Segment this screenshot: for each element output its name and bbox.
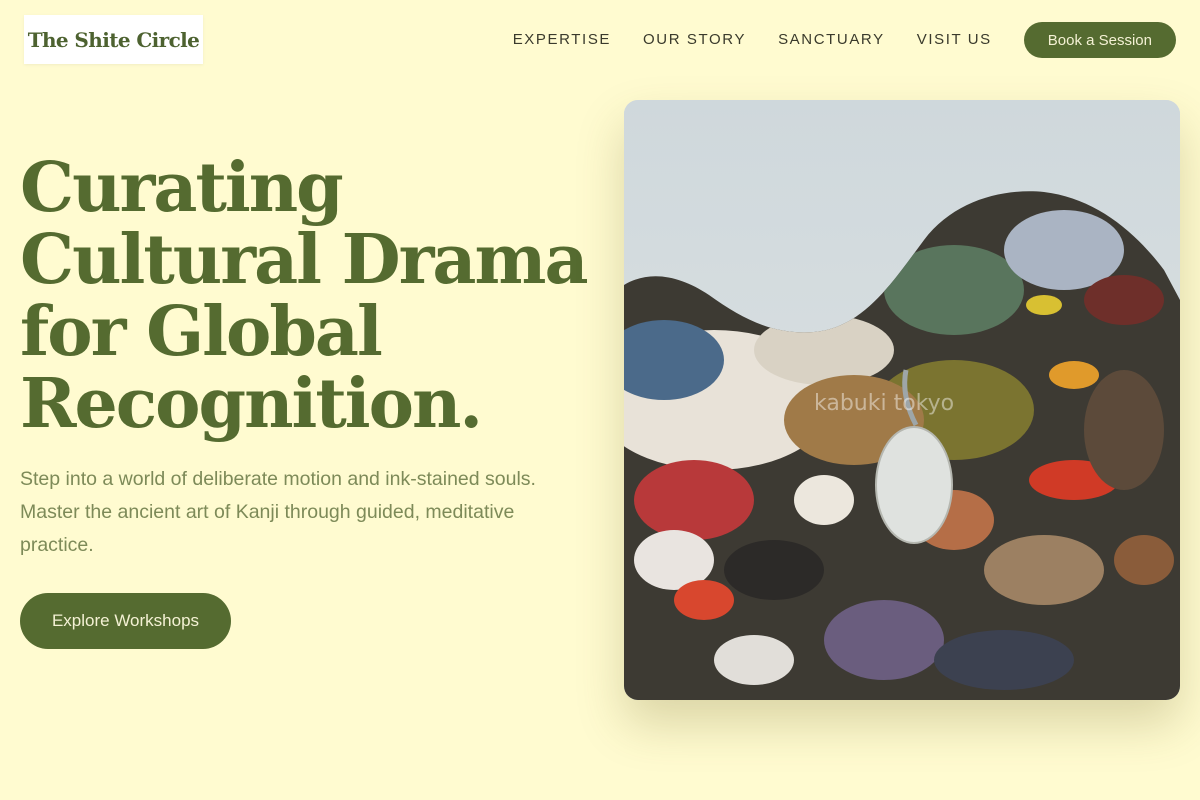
nav-link-sanctuary[interactable]: SANCTUARY xyxy=(778,23,885,57)
brand-logo[interactable]: The Shite Circle xyxy=(24,15,203,64)
nav-link-visit-us[interactable]: VISIT US xyxy=(917,23,992,57)
hero-title-line: Cultural Drama xyxy=(20,220,589,300)
hero-title: Curating Cultural Drama for Global Recog… xyxy=(20,152,600,440)
hero-title-line: Recognition. xyxy=(20,364,483,444)
paint-palette-photo: kabuki tokyo xyxy=(624,100,1180,700)
book-session-button[interactable]: Book a Session xyxy=(1023,22,1176,58)
main-nav: EXPERTISE OUR STORY SANCTUARY VISIT US B… xyxy=(513,22,1176,58)
nav-link-our-story[interactable]: OUR STORY xyxy=(643,23,746,57)
explore-workshops-button[interactable]: Explore Workshops xyxy=(20,593,231,649)
watermark-text: kabuki tokyo xyxy=(814,391,954,416)
hero-title-line: for Global xyxy=(20,292,383,372)
palette-illustration: kabuki tokyo xyxy=(624,100,1180,700)
nav-link-expertise[interactable]: EXPERTISE xyxy=(513,23,611,57)
hero-description: Step into a world of deliberate motion a… xyxy=(20,468,536,556)
hero-title-line: Curating xyxy=(20,148,344,228)
